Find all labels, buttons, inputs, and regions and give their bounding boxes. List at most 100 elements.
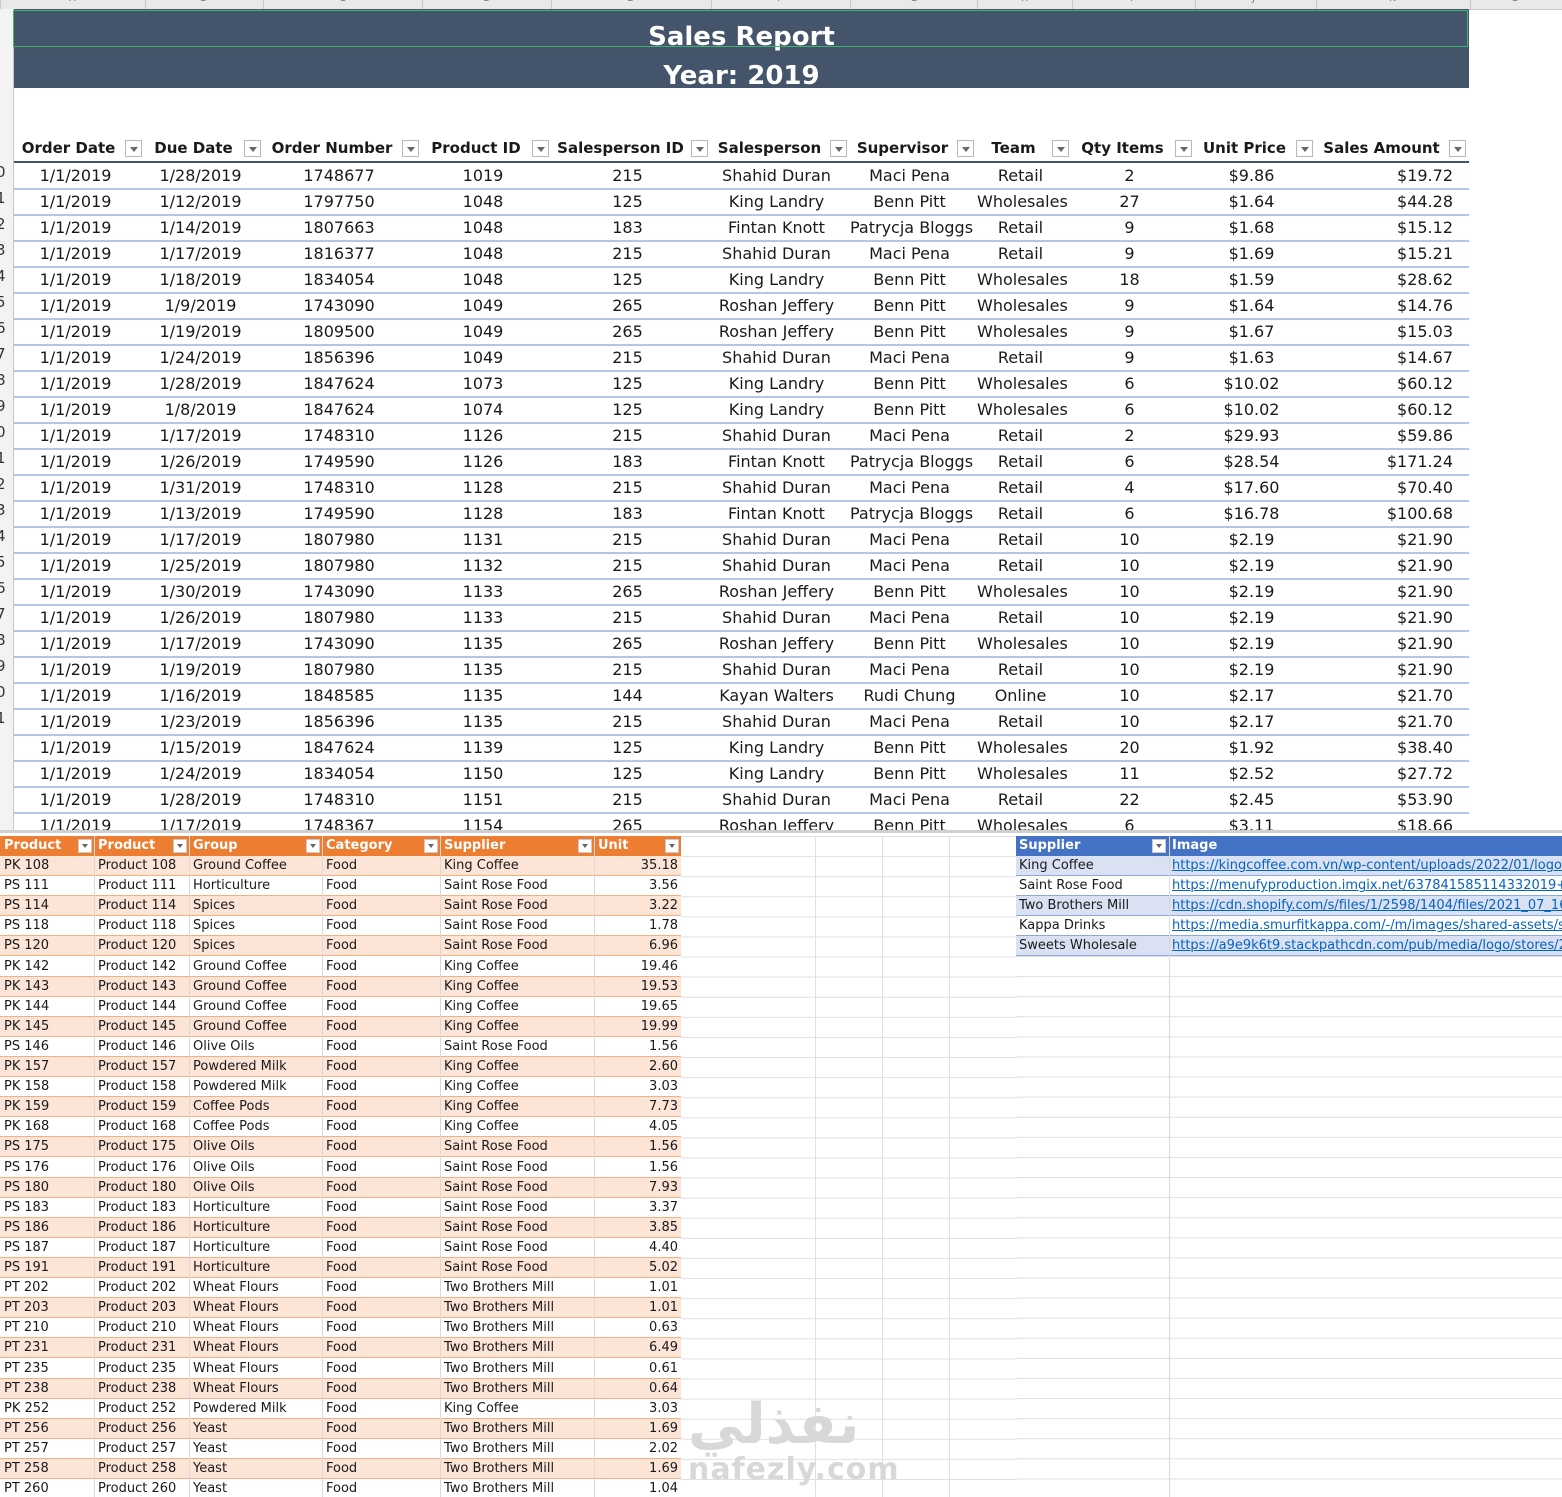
column-letter[interactable]: E	[627, 0, 633, 4]
table-cell[interactable]: Wholesales	[977, 762, 1068, 786]
table-cell[interactable]: Food	[322, 977, 440, 996]
table-cell[interactable]: Retail	[977, 476, 1064, 500]
table-cell[interactable]: 1131	[422, 528, 544, 552]
table-cell[interactable]: Benn Pitt	[850, 190, 969, 214]
table-cell[interactable]: 1073	[422, 372, 544, 396]
table-cell[interactable]: $60.12	[1316, 398, 1453, 422]
table-cell[interactable]: 1/1/2019	[14, 658, 137, 682]
table-cell[interactable]: 1/1/2019	[14, 476, 137, 500]
column-header-category[interactable]: Category	[322, 836, 424, 856]
table-cell[interactable]: Roshan Jeffery	[711, 580, 842, 604]
table-cell[interactable]: 1133	[422, 580, 544, 604]
table-cell[interactable]: Ground Coffee	[189, 997, 322, 1016]
image-link-cell[interactable]: https://kingcoffee.com.vn/wp-content/upl…	[1169, 856, 1562, 875]
row-number[interactable]: 0	[0, 423, 6, 441]
filter-dropdown-icon[interactable]	[244, 140, 261, 157]
table-cell[interactable]: King Coffee	[440, 957, 594, 976]
table-cell[interactable]: 1/28/2019	[145, 372, 256, 396]
table-cell[interactable]: 1847624	[264, 736, 414, 760]
table-cell[interactable]: Wholesales	[977, 632, 1068, 656]
supplier-name[interactable]: Saint Rose Food	[1016, 876, 1169, 895]
table-cell[interactable]: $1.64	[1195, 294, 1308, 318]
row-number[interactable]: 7	[0, 345, 6, 363]
table-cell[interactable]: $9.86	[1195, 164, 1308, 188]
row-number[interactable]: 2	[0, 475, 6, 493]
table-cell[interactable]: 6	[1072, 398, 1187, 422]
table-cell[interactable]: Wheat Flours	[189, 1318, 322, 1337]
table-cell[interactable]: $21.90	[1316, 554, 1453, 578]
table-cell[interactable]: Saint Rose Food	[440, 1178, 594, 1197]
table-cell[interactable]: Powdered Milk	[189, 1057, 322, 1076]
table-cell[interactable]: Saint Rose Food	[440, 1137, 594, 1156]
table-cell[interactable]: 215	[552, 424, 703, 448]
table-cell[interactable]: Benn Pitt	[850, 632, 969, 656]
table-cell[interactable]: Wholesales	[977, 814, 1068, 830]
table-cell[interactable]: 6	[1072, 502, 1187, 526]
table-cell[interactable]: 0.64	[594, 1379, 681, 1398]
table-cell[interactable]: 10	[1072, 554, 1187, 578]
table-cell[interactable]: Patrycja Bloggs	[850, 450, 973, 474]
table-cell[interactable]: 1834054	[264, 762, 414, 786]
supplier-name[interactable]: Two Brothers Mill	[1016, 896, 1169, 915]
table-cell[interactable]: King Coffee	[440, 1017, 594, 1036]
table-cell[interactable]: Maci Pena	[850, 710, 969, 734]
table-cell[interactable]: Wholesales	[977, 320, 1068, 344]
table-cell[interactable]: 35.18	[594, 856, 681, 875]
table-cell[interactable]: 1/1/2019	[14, 554, 137, 578]
table-cell[interactable]: Shahid Duran	[711, 554, 842, 578]
table-cell[interactable]: Food	[322, 1278, 440, 1297]
table-cell[interactable]: Olive Oils	[189, 1137, 322, 1156]
table-cell[interactable]: 1807980	[264, 606, 414, 630]
table-cell[interactable]: 1154	[422, 814, 544, 830]
empty-grid-area[interactable]	[1016, 956, 1562, 1497]
table-cell[interactable]: 1748367	[264, 814, 414, 830]
table-cell[interactable]: Product 183	[94, 1198, 189, 1217]
table-cell[interactable]: Product 145	[94, 1017, 189, 1036]
table-cell[interactable]: 1/1/2019	[14, 710, 137, 734]
table-cell[interactable]: $17.60	[1195, 476, 1308, 500]
table-cell[interactable]: Benn Pitt	[850, 268, 969, 292]
table-cell[interactable]: 1.01	[594, 1298, 681, 1317]
table-cell[interactable]: 1/15/2019	[145, 736, 256, 760]
table-cell[interactable]: PT 210	[0, 1318, 94, 1337]
column-header-order-date[interactable]: Order Date	[14, 136, 123, 161]
table-cell[interactable]: Benn Pitt	[850, 736, 969, 760]
table-cell[interactable]: $1.64	[1195, 190, 1308, 214]
table-cell[interactable]: $21.90	[1316, 580, 1453, 604]
filter-dropdown-icon[interactable]	[578, 839, 592, 853]
table-cell[interactable]: PS 114	[0, 896, 94, 915]
table-cell[interactable]: 1/1/2019	[14, 372, 137, 396]
table-cell[interactable]: 215	[552, 658, 703, 682]
table-cell[interactable]: 1807980	[264, 528, 414, 552]
table-cell[interactable]: 1743090	[264, 632, 414, 656]
table-cell[interactable]: King Landry	[711, 268, 842, 292]
table-cell[interactable]: 1/13/2019	[145, 502, 256, 526]
table-cell[interactable]: Food	[322, 1238, 440, 1257]
table-cell[interactable]: 125	[552, 736, 703, 760]
table-cell[interactable]: 1.56	[594, 1137, 681, 1156]
table-cell[interactable]: 215	[552, 788, 703, 812]
table-cell[interactable]: PK 168	[0, 1117, 94, 1136]
table-cell[interactable]: 1816377	[264, 242, 414, 266]
table-cell[interactable]: $53.90	[1316, 788, 1453, 812]
table-cell[interactable]: 1/1/2019	[14, 242, 137, 266]
table-cell[interactable]: Wholesales	[977, 268, 1068, 292]
table-cell[interactable]: Food	[322, 1158, 440, 1177]
table-cell[interactable]: 1.69	[594, 1459, 681, 1478]
column-header-team[interactable]: Team	[977, 136, 1050, 161]
table-cell[interactable]: 10	[1072, 606, 1187, 630]
table-cell[interactable]: $21.70	[1316, 710, 1453, 734]
table-cell[interactable]: Roshan Jeffery	[711, 632, 842, 656]
table-cell[interactable]: 1809500	[264, 320, 414, 344]
supplier-name[interactable]: Kappa Drinks	[1016, 916, 1169, 935]
table-cell[interactable]: $14.76	[1316, 294, 1453, 318]
table-cell[interactable]: 1132	[422, 554, 544, 578]
table-cell[interactable]: Maci Pena	[850, 476, 969, 500]
table-cell[interactable]: 265	[552, 814, 703, 830]
table-cell[interactable]: King Coffee	[440, 1097, 594, 1116]
table-cell[interactable]: Wholesales	[977, 294, 1068, 318]
table-cell[interactable]: PK 157	[0, 1057, 94, 1076]
table-cell[interactable]: 1128	[422, 476, 544, 500]
table-cell[interactable]: Olive Oils	[189, 1037, 322, 1056]
table-cell[interactable]: 1/17/2019	[145, 632, 256, 656]
